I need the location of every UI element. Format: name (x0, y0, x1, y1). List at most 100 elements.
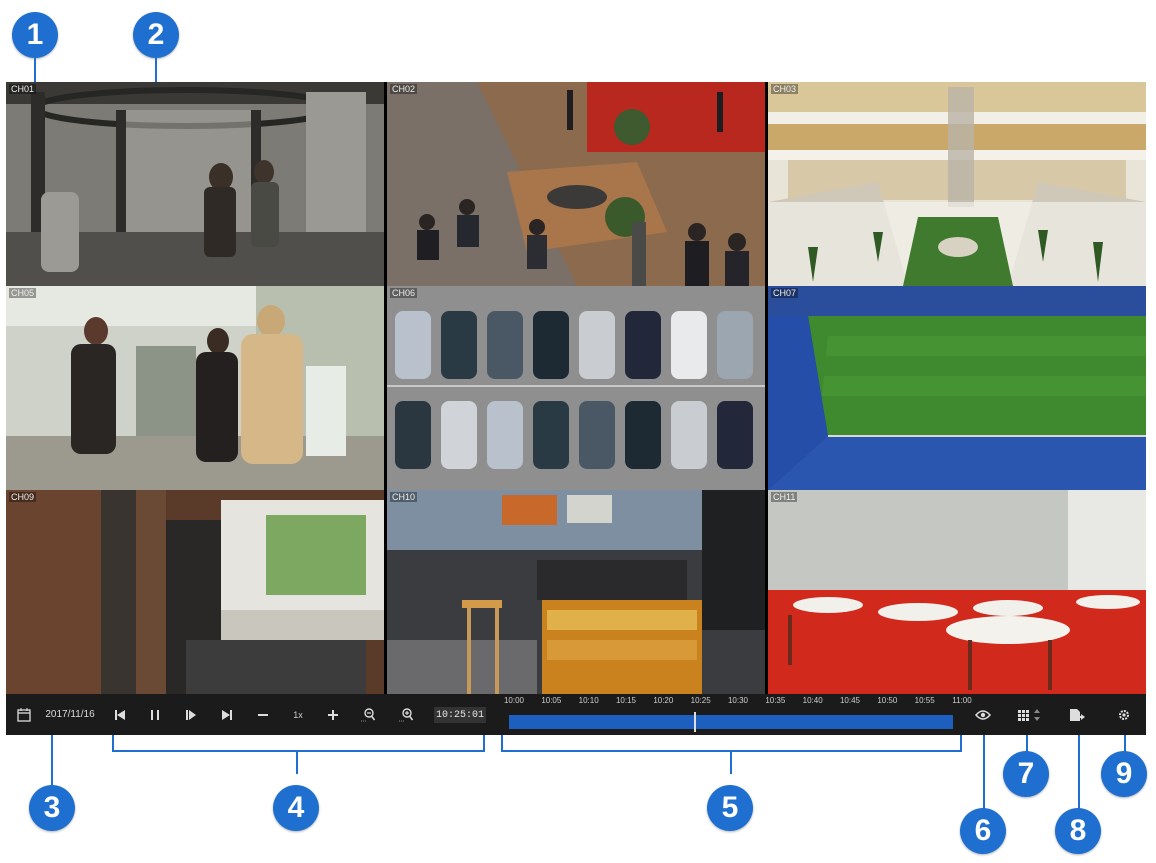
timeline-tick-label: 10:00 (503, 696, 525, 705)
parked-car (441, 401, 477, 469)
callout-7: 7 (1003, 751, 1049, 797)
camera-tile-ch10[interactable]: CH10 (387, 490, 765, 694)
pause-button[interactable] (146, 694, 164, 735)
speed-up-button[interactable] (324, 694, 342, 735)
callout-4-pointer (296, 752, 298, 774)
camera-label: CH06 (390, 288, 418, 298)
camera-label: CH07 (771, 288, 799, 298)
timeline-bar[interactable] (509, 712, 953, 732)
camera-tile-ch02[interactable]: CH02 (387, 82, 765, 286)
callout-2: 2 (133, 12, 179, 58)
timeline-tick-label: 10:10 (578, 696, 599, 705)
export-button[interactable] (1066, 694, 1090, 735)
pause-icon (151, 709, 159, 720)
callout-5-pointer (730, 752, 732, 774)
playback-toolbar: 2017/11/16 1x 10:25:01 10:00 10:05 10:10 10… (6, 694, 1146, 735)
parked-car (625, 311, 661, 379)
parked-car (717, 311, 753, 379)
timeline-tick-label: 10:55 (914, 696, 935, 705)
camera-grid: CH01 CH02 CH03 CH05 CH06 CH07 CH09 CH10 … (6, 82, 1146, 694)
timeline-tick-label: 11:00 (952, 696, 972, 705)
camera-tile-ch09[interactable]: CH09 (6, 490, 384, 694)
speed-up-icon (328, 709, 338, 720)
zoom-in-icon (399, 707, 414, 721)
callout-6: 6 (960, 808, 1006, 854)
export-icon (1070, 708, 1085, 721)
parked-car (487, 311, 523, 379)
callout-1: 1 (12, 12, 58, 58)
layout-button[interactable] (1014, 694, 1046, 735)
zoom-out-button[interactable] (358, 694, 378, 735)
cafe-scene (387, 490, 765, 694)
playback-screen: CH01 CH02 CH03 CH05 CH06 CH07 CH09 CH10 … (6, 82, 1146, 735)
skip-forward-icon (222, 709, 232, 720)
camera-tile-ch01[interactable]: CH01 (6, 82, 384, 286)
timeline-tick-label: 10:30 (727, 696, 749, 705)
layout-grid-icon (1018, 708, 1040, 721)
camera-label: CH10 (390, 492, 418, 502)
timeline-tick-label: 10:35 (765, 696, 786, 705)
stadium-scene (768, 286, 1146, 490)
timeline-tick-label: 10:15 (615, 696, 637, 705)
callout-8: 8 (1055, 808, 1101, 854)
parked-car (533, 401, 569, 469)
callout-5: 5 (707, 785, 753, 831)
camera-label: CH09 (9, 492, 37, 502)
current-time-display: 10:25:01 (434, 707, 486, 723)
cafeteria-scene (768, 490, 1146, 694)
callout-9: 9 (1101, 751, 1147, 797)
speed-down-button[interactable] (254, 694, 272, 735)
timeline-tick-label: 10:05 (541, 696, 562, 705)
timeline-tick-label: 10:25 (690, 696, 711, 705)
settings-icon (1119, 709, 1129, 720)
zoom-in-button[interactable] (396, 694, 416, 735)
calendar-icon (17, 707, 31, 722)
zoom-out-icon (361, 707, 376, 721)
mall-atrium-scene (768, 82, 1146, 286)
date-display[interactable]: 2017/11/16 (38, 694, 102, 735)
skip-forward-button[interactable] (218, 694, 236, 735)
camera-tile-ch06[interactable]: CH06 (387, 286, 765, 490)
parked-car (625, 401, 661, 469)
parked-car (395, 311, 431, 379)
camera-label: CH01 (9, 84, 37, 94)
view-button[interactable] (973, 694, 993, 735)
parked-car (441, 311, 477, 379)
callout-8-pointer (1078, 735, 1080, 810)
callout-6-pointer (983, 735, 985, 810)
parked-car (395, 401, 431, 469)
callout-4: 4 (273, 785, 319, 831)
callout-3-pointer (51, 735, 53, 785)
parked-car (533, 311, 569, 379)
camera-label: CH05 (9, 288, 37, 298)
lobby-seating-scene (387, 82, 765, 286)
speed-down-icon (258, 713, 268, 716)
timeline-cursor[interactable] (694, 712, 697, 732)
parked-car (671, 401, 707, 469)
slow-play-button[interactable] (182, 694, 200, 735)
camera-tile-ch11[interactable]: CH11 (768, 490, 1146, 694)
calendar-button[interactable] (14, 694, 34, 735)
skip-back-icon (115, 709, 125, 720)
settings-button[interactable] (1114, 694, 1134, 735)
slow-play-icon (186, 709, 196, 720)
parked-car (487, 401, 523, 469)
camera-label: CH11 (771, 492, 798, 502)
camera-label: CH02 (390, 84, 418, 94)
camera-tile-ch05[interactable]: CH05 (6, 286, 384, 490)
parked-car (579, 311, 615, 379)
timeline-tick-label: 10:40 (802, 696, 823, 705)
parked-car (717, 401, 753, 469)
parking-lot-scene (387, 286, 765, 490)
revolving-door-scene (6, 82, 384, 286)
camera-tile-ch07[interactable]: CH07 (768, 286, 1146, 490)
camera-label: CH03 (771, 84, 799, 94)
callout-3: 3 (29, 785, 75, 831)
speed-value: 1x (293, 709, 303, 720)
timeline-tick-label: 10:20 (653, 696, 674, 705)
skip-back-button[interactable] (111, 694, 129, 735)
view-icon (975, 709, 991, 720)
camera-tile-ch03[interactable]: CH03 (768, 82, 1146, 286)
timeline-tick-label: 10:45 (839, 696, 861, 705)
timeline-tick-label: 10:50 (877, 696, 898, 705)
